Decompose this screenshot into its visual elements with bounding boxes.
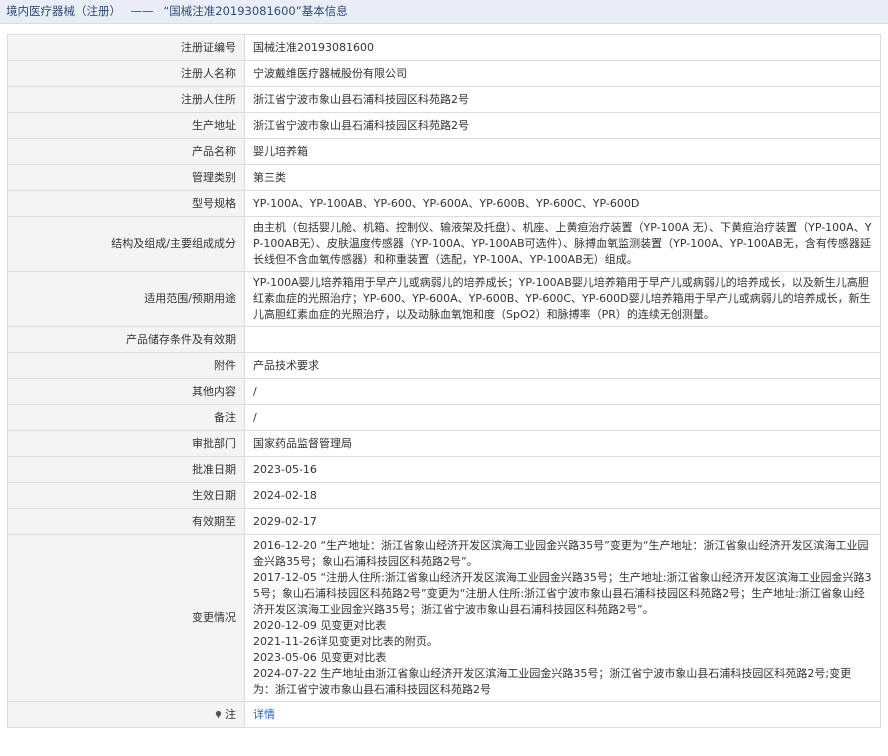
table-row: 适用范围/预期用途 YP-100A婴儿培养箱用于早产儿或病弱儿的培养成长；YP-… <box>7 271 881 327</box>
note-value: 详情 <box>244 701 881 728</box>
row-label: 生产地址 <box>7 112 245 139</box>
table-row: 注册证编号 国械注准20193081600 <box>7 34 881 61</box>
change-entry: 2020-12-09 见变更对比表 <box>253 619 387 632</box>
row-value: 2029-02-17 <box>244 508 881 535</box>
pin-icon <box>215 710 222 719</box>
table-row: 产品储存条件及有效期 <box>7 326 881 353</box>
row-label: 适用范围/预期用途 <box>7 271 245 327</box>
page: 境内医疗器械（注册） —— “国械注准20193081600”基本信息 注册证编… <box>0 0 888 756</box>
row-label: 变更情况 <box>7 534 245 702</box>
row-value: 国械注准20193081600 <box>244 34 881 61</box>
change-history-row: 变更情况 2016-12-20 “生产地址：浙江省象山经济开发区滨海工业园金兴路… <box>7 534 881 702</box>
row-value: 国家药品监督管理局 <box>244 430 881 457</box>
row-label: 产品储存条件及有效期 <box>7 326 245 353</box>
row-value: YP-100A婴儿培养箱用于早产儿或病弱儿的培养成长；YP-100AB婴儿培养箱… <box>244 271 881 327</box>
row-value: 由主机（包括婴儿舱、机箱、控制仪、输液架及托盘）、机座、上黄疸治疗装置（YP-1… <box>244 216 881 272</box>
row-value: 婴儿培养箱 <box>244 138 881 165</box>
row-value: / <box>244 404 881 431</box>
row-value: / <box>244 378 881 405</box>
page-header: 境内医疗器械（注册） —— “国械注准20193081600”基本信息 <box>0 0 888 24</box>
row-value <box>244 326 881 353</box>
row-label: 审批部门 <box>7 430 245 457</box>
row-label: 产品名称 <box>7 138 245 165</box>
table-row: 型号规格 YP-100A、YP-100AB、YP-600、YP-600A、YP-… <box>7 190 881 217</box>
table-row: 有效期至 2029-02-17 <box>7 508 881 535</box>
row-label: 附件 <box>7 352 245 379</box>
info-table: 注册证编号 国械注准20193081600 注册人名称 宁波戴维医疗器械股份有限… <box>7 34 881 728</box>
row-value: 第三类 <box>244 164 881 191</box>
change-history: 2016-12-20 “生产地址：浙江省象山经济开发区滨海工业园金兴路35号”变… <box>244 534 881 702</box>
table-row: 其他内容 / <box>7 378 881 405</box>
row-label: 型号规格 <box>7 190 245 217</box>
section-link[interactable]: 境内医疗器械（注册） <box>6 4 121 18</box>
row-label: 有效期至 <box>7 508 245 535</box>
change-entry: 2016-12-20 “生产地址：浙江省象山经济开发区滨海工业园金兴路35号”变… <box>253 539 869 568</box>
table-row: 产品名称 婴儿培养箱 <box>7 138 881 165</box>
row-value: 2023-05-16 <box>244 456 881 483</box>
row-value: 产品技术要求 <box>244 352 881 379</box>
change-entry: 2021-11-26详见变更对比表的附页。 <box>253 635 438 648</box>
change-entry: 2024-07-22 生产地址由浙江省象山经济开发区滨海工业园金兴路35号；浙江… <box>253 667 852 696</box>
table-row: 注册人住所 浙江省宁波市象山县石浦科技园区科苑路2号 <box>7 86 881 113</box>
row-label: 批准日期 <box>7 456 245 483</box>
row-value: 浙江省宁波市象山县石浦科技园区科苑路2号 <box>244 86 881 113</box>
row-label: 注册人住所 <box>7 86 245 113</box>
table-row: 备注 / <box>7 404 881 431</box>
row-value: 浙江省宁波市象山县石浦科技园区科苑路2号 <box>244 112 881 139</box>
details-link[interactable]: 详情 <box>253 708 275 721</box>
header-separator: —— <box>130 4 154 18</box>
row-value: 宁波戴维医疗器械股份有限公司 <box>244 60 881 87</box>
row-label: 生效日期 <box>7 482 245 509</box>
table-row: 生效日期 2024-02-18 <box>7 482 881 509</box>
table-row: 注册人名称 宁波戴维医疗器械股份有限公司 <box>7 60 881 87</box>
table-row: 结构及组成/主要组成成分 由主机（包括婴儿舱、机箱、控制仪、输液架及托盘）、机座… <box>7 216 881 272</box>
table-row: 附件 产品技术要求 <box>7 352 881 379</box>
note-row: 注 详情 <box>7 701 881 728</box>
change-entry: 2017-12-05 “注册人住所:浙江省象山经济开发区滨海工业园金兴路35号；… <box>253 571 872 616</box>
note-label: 注 <box>225 707 236 721</box>
row-label: 管理类别 <box>7 164 245 191</box>
note-label-cell: 注 <box>7 701 245 728</box>
row-label: 结构及组成/主要组成成分 <box>7 216 245 272</box>
row-label: 注册人名称 <box>7 60 245 87</box>
table-row: 批准日期 2023-05-16 <box>7 456 881 483</box>
page-title: “国械注准20193081600”基本信息 <box>163 4 348 18</box>
table-row: 管理类别 第三类 <box>7 164 881 191</box>
row-label: 备注 <box>7 404 245 431</box>
change-entry: 2023-05-06 见变更对比表 <box>253 651 387 664</box>
row-label: 注册证编号 <box>7 34 245 61</box>
row-value: YP-100A、YP-100AB、YP-600、YP-600A、YP-600B、… <box>244 190 881 217</box>
row-label: 其他内容 <box>7 378 245 405</box>
table-row: 生产地址 浙江省宁波市象山县石浦科技园区科苑路2号 <box>7 112 881 139</box>
row-value: 2024-02-18 <box>244 482 881 509</box>
table-row: 审批部门 国家药品监督管理局 <box>7 430 881 457</box>
